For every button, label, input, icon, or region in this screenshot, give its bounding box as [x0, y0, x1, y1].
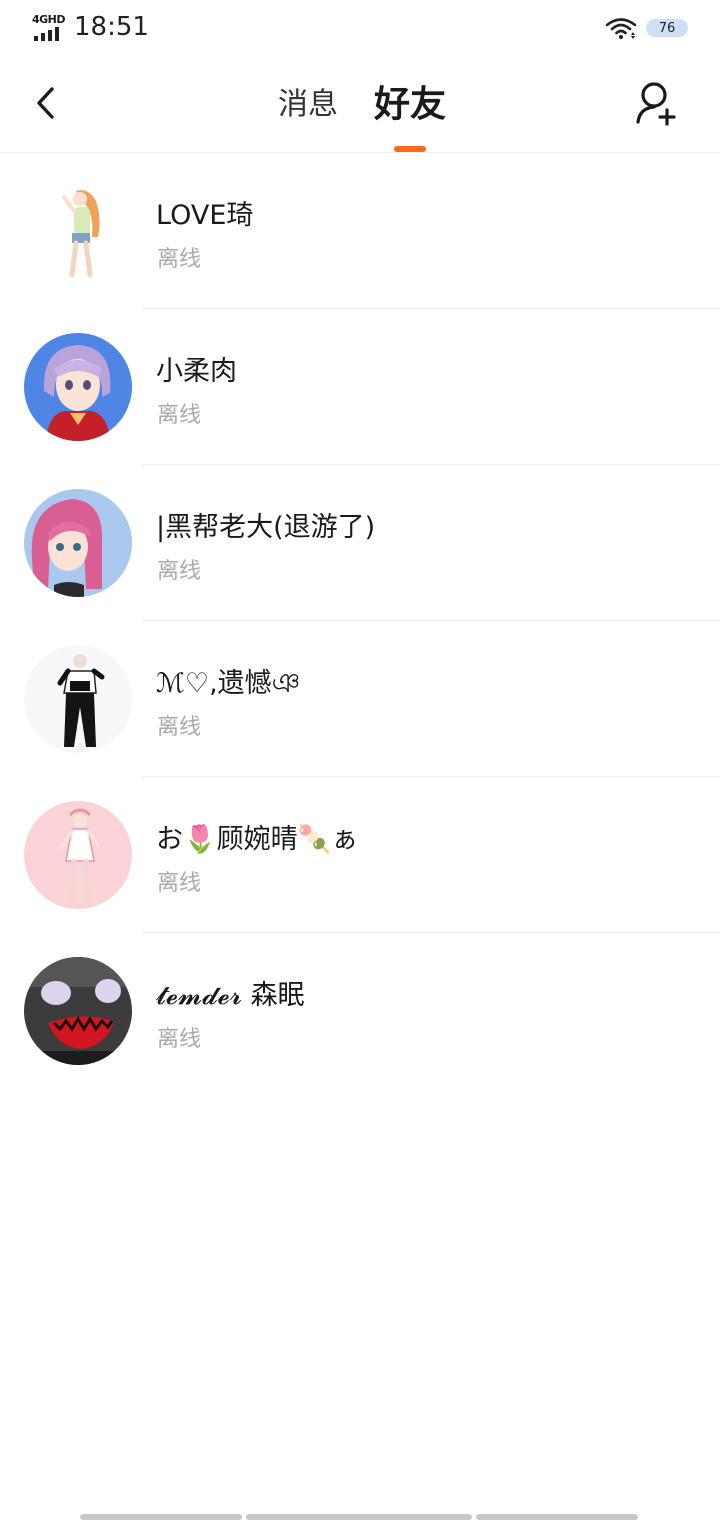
wifi-icon [605, 18, 637, 39]
friend-status: 离线 [157, 1027, 202, 1052]
friend-name: お🌷顾婉晴🍡ぁ [156, 824, 359, 855]
tab-messages[interactable]: 消息 [278, 80, 338, 130]
friend-list: LOVE琦 离线 小柔肉 离线 |黑帮老大(退游了) 离线 ℳ♡,遗憾ঞ 离线 … [0, 153, 720, 1089]
friend-status: 离线 [157, 403, 202, 428]
friend-name: |黑帮老大(退游了) [156, 512, 376, 543]
friend-row[interactable]: お🌷顾婉晴🍡ぁ 离线 [0, 777, 720, 933]
friend-row[interactable]: |黑帮老大(退游了) 离线 [0, 465, 720, 621]
add-friend-button[interactable] [634, 80, 680, 128]
tab-friends[interactable]: 好友 [374, 80, 446, 130]
anime-girl-orange-hair-avatar [24, 177, 132, 285]
avatar [24, 957, 132, 1065]
friend-status: 离线 [157, 559, 202, 584]
anime-figure-black-outfit-avatar [24, 645, 132, 753]
anime-girl-lavender-hair-avatar [24, 333, 132, 441]
avatar [24, 333, 132, 441]
avatar [24, 489, 132, 597]
friend-name: LOVE琦 [156, 200, 254, 231]
chevron-left-icon [37, 87, 54, 119]
anime-girl-pink-hair-avatar [24, 489, 132, 597]
anime-figure-pink-background-avatar [24, 801, 132, 909]
friend-status: 离线 [157, 871, 202, 896]
top-nav-bar: 消息 好友 [0, 58, 720, 153]
add-user-icon [636, 82, 676, 126]
network-type: 4GHD [32, 13, 66, 26]
friend-status: 离线 [157, 247, 202, 272]
active-tab-indicator [394, 146, 426, 152]
back-button[interactable] [28, 80, 68, 126]
friend-row[interactable]: 小柔肉 离线 [0, 309, 720, 465]
grinning-monster-face-avatar [24, 957, 132, 1065]
clock: 18:51 [74, 12, 149, 42]
cellular-signal-icon: 4GHD [32, 13, 68, 41]
status-right: 76 [604, 16, 688, 40]
avatar [24, 801, 132, 909]
friend-name: 𝓽𝓮𝓶𝓭𝓮𝓻 森眠 [156, 980, 305, 1011]
gesture-bar [80, 1514, 638, 1520]
avatar [24, 177, 132, 285]
battery-level: 76 [658, 20, 676, 36]
friend-row[interactable]: LOVE琦 离线 [0, 153, 720, 309]
friend-row[interactable]: 𝓽𝓮𝓶𝓭𝓮𝓻 森眠 离线 [0, 933, 720, 1089]
avatar [24, 645, 132, 753]
status-left: 4GHD 18:51 [32, 12, 149, 42]
friend-name: ℳ♡,遗憾ঞ [156, 668, 301, 699]
friend-row[interactable]: ℳ♡,遗憾ঞ 离线 [0, 621, 720, 777]
status-bar: 4GHD 18:51 76 [0, 0, 720, 58]
friend-name: 小柔肉 [156, 356, 237, 387]
battery-indicator: 76 [646, 19, 688, 37]
friend-status: 离线 [157, 715, 202, 740]
